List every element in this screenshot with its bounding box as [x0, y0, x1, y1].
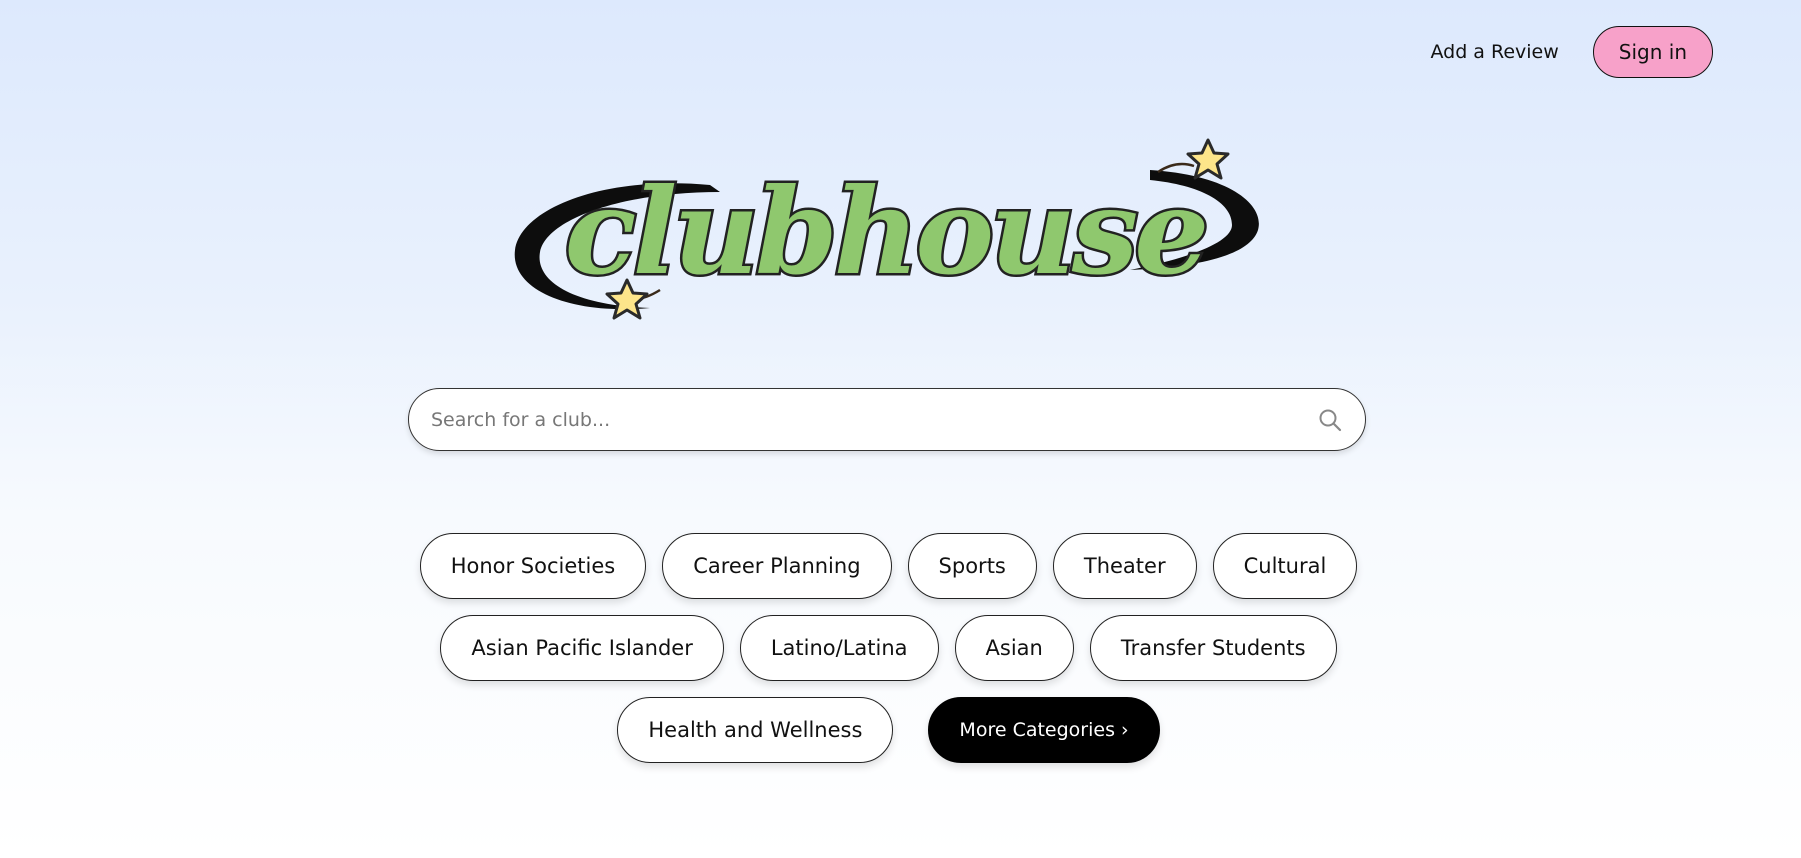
category-chip[interactable]: Theater	[1052, 533, 1197, 599]
more-categories-button[interactable]: More Categories ›	[928, 697, 1160, 763]
category-chip[interactable]: Cultural	[1212, 533, 1358, 599]
search-icon[interactable]	[1317, 407, 1343, 433]
category-chip[interactable]: Asian	[954, 615, 1074, 681]
category-chips: Honor Societies Career Planning Sports T…	[0, 533, 1777, 779]
search-input[interactable]	[429, 407, 1317, 432]
category-chip[interactable]: Asian Pacific Islander	[440, 615, 724, 681]
category-chip[interactable]: Sports	[907, 533, 1037, 599]
search-bar[interactable]	[408, 388, 1366, 451]
sign-in-button[interactable]: Sign in	[1592, 26, 1713, 78]
category-chip[interactable]: Transfer Students	[1089, 615, 1337, 681]
category-row: Health and Wellness More Categories ›	[0, 697, 1777, 763]
clubhouse-logo[interactable]: clubhouse	[510, 130, 1270, 330]
top-nav: Add a Review Sign in	[1430, 26, 1713, 78]
category-chip[interactable]: Health and Wellness	[617, 697, 894, 763]
add-review-link[interactable]: Add a Review	[1430, 41, 1558, 63]
category-chip[interactable]: Latino/Latina	[739, 615, 939, 681]
category-row: Asian Pacific Islander Latino/Latina Asi…	[0, 615, 1777, 681]
category-chip[interactable]: Career Planning	[662, 533, 892, 599]
logo-graphic: clubhouse	[514, 138, 1259, 320]
logo-wordmark: clubhouse	[565, 162, 1206, 301]
category-chip[interactable]: Honor Societies	[419, 533, 647, 599]
category-row: Honor Societies Career Planning Sports T…	[0, 533, 1777, 599]
